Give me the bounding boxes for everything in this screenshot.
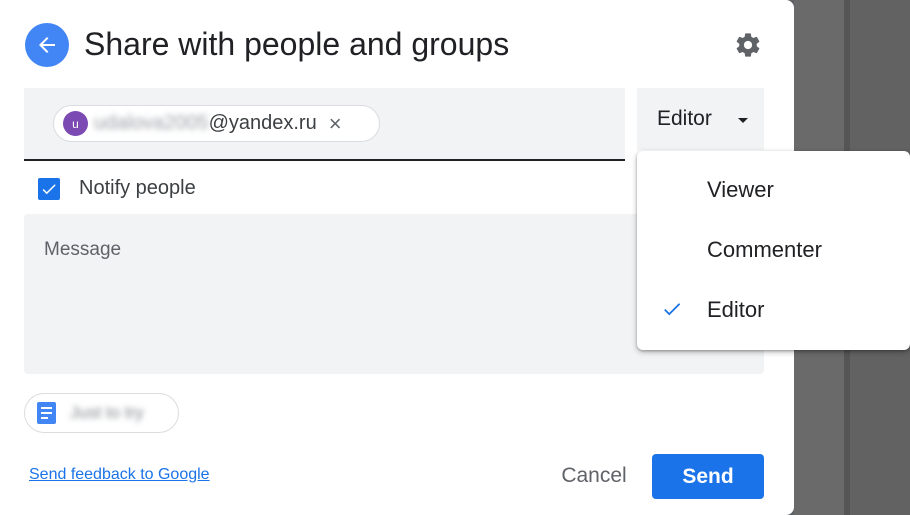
notify-people-row: Notify people (38, 177, 196, 200)
check-icon (664, 303, 681, 316)
recipients-input[interactable]: u udalova2005 @yandex.ru × (24, 88, 625, 161)
cancel-button[interactable]: Cancel (545, 454, 643, 498)
role-option-viewer[interactable]: Viewer (637, 160, 910, 220)
gear-icon (736, 33, 760, 57)
recipient-domain: @yandex.ru (208, 112, 317, 134)
send-button[interactable]: Send (652, 454, 764, 499)
check-icon (42, 183, 56, 194)
arrow-back-icon (39, 37, 55, 53)
role-selected-label: Editor (657, 107, 712, 130)
attachment-chip[interactable]: Just to try (24, 393, 179, 433)
avatar: u (63, 111, 88, 136)
attachment-label: Just to try (70, 403, 144, 422)
notify-label: Notify people (79, 177, 196, 199)
message-placeholder: Message (44, 239, 122, 260)
role-option-editor[interactable]: Editor (637, 280, 910, 340)
recipient-username: udalova2005 (94, 112, 209, 134)
recipient-chip[interactable]: u udalova2005 @yandex.ru × (53, 105, 380, 142)
document-icon (37, 402, 56, 424)
dialog-title: Share with people and groups (84, 26, 510, 62)
role-option-label: Commenter (707, 237, 822, 262)
settings-button[interactable] (733, 30, 763, 60)
close-icon[interactable]: × (329, 112, 342, 135)
send-feedback-link[interactable]: Send feedback to Google (29, 466, 210, 484)
role-menu: Viewer Commenter Editor (637, 151, 910, 350)
role-dropdown[interactable]: Editor (637, 88, 764, 150)
caret-down-icon (738, 118, 748, 123)
back-button[interactable] (25, 23, 69, 67)
role-option-label: Viewer (707, 177, 774, 202)
role-option-commenter[interactable]: Commenter (637, 220, 910, 280)
notify-checkbox[interactable] (38, 177, 60, 200)
role-option-label: Editor (707, 297, 765, 322)
